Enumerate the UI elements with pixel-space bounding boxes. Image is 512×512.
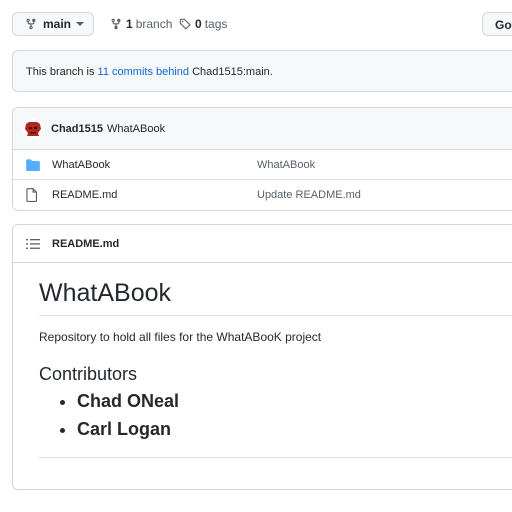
- tag-icon: [179, 18, 191, 30]
- list-item: Carl Logan: [77, 415, 512, 443]
- tag-word: tags: [204, 17, 228, 31]
- readme-description: Repository to hold all files for the Wha…: [39, 330, 322, 344]
- readme-content: WhatABook Repository to hold all files f…: [13, 279, 512, 458]
- file-commit-message[interactable]: WhatABook: [257, 159, 315, 171]
- readme-filename[interactable]: README.md: [52, 238, 119, 250]
- notice-suffix: Chad1515:main.: [189, 66, 273, 78]
- chevron-down-icon: [76, 22, 85, 26]
- file-list: Chad1515 WhatABook WhatABook WhatABook R…: [12, 107, 512, 211]
- list-item: Chad ONeal: [77, 387, 512, 415]
- avatar[interactable]: [23, 118, 43, 139]
- divider: [39, 457, 512, 458]
- file-name[interactable]: WhatABook: [52, 159, 110, 171]
- file-icon: [26, 188, 40, 202]
- file-name[interactable]: README.md: [52, 189, 117, 201]
- file-row[interactable]: WhatABook WhatABook: [13, 150, 512, 180]
- go-to-file-button[interactable]: Go: [482, 12, 512, 36]
- readme-header: README.md: [13, 225, 512, 263]
- git-branch-icon: [25, 18, 37, 30]
- tags-link[interactable]: 0 tags: [179, 17, 227, 31]
- contributors-heading: Contributors: [39, 364, 138, 384]
- commit-message[interactable]: WhatABook: [107, 123, 165, 135]
- list-unordered-icon[interactable]: [26, 238, 40, 250]
- file-row[interactable]: README.md Update README.md: [13, 180, 512, 210]
- commits-behind-link[interactable]: 11 commits behind: [98, 66, 190, 78]
- branch-word: branch: [135, 17, 173, 31]
- readme-panel: README.md WhatABook Repository to hold a…: [12, 224, 512, 490]
- file-commit-message[interactable]: Update README.md: [257, 189, 361, 201]
- tag-count: 0: [195, 17, 202, 31]
- git-branch-icon: [111, 18, 121, 30]
- commit-author[interactable]: Chad1515: [51, 123, 103, 135]
- branch-status-notice: This branch is 11 commits behind Chad151…: [12, 50, 512, 92]
- branch-name: main: [43, 17, 72, 31]
- repo-toolbar: main 1 branch 0 tags Go: [12, 12, 512, 38]
- branches-link[interactable]: 1 branch: [110, 17, 172, 31]
- notice-prefix: This branch is: [26, 66, 98, 78]
- contributors-list: Chad ONeal Carl Logan: [39, 387, 512, 443]
- folder-icon: [26, 158, 40, 172]
- branch-count: 1: [126, 17, 133, 31]
- readme-title: WhatABook: [39, 279, 512, 316]
- latest-commit-bar: Chad1515 WhatABook: [13, 108, 512, 150]
- branch-selector-button[interactable]: main: [12, 12, 94, 36]
